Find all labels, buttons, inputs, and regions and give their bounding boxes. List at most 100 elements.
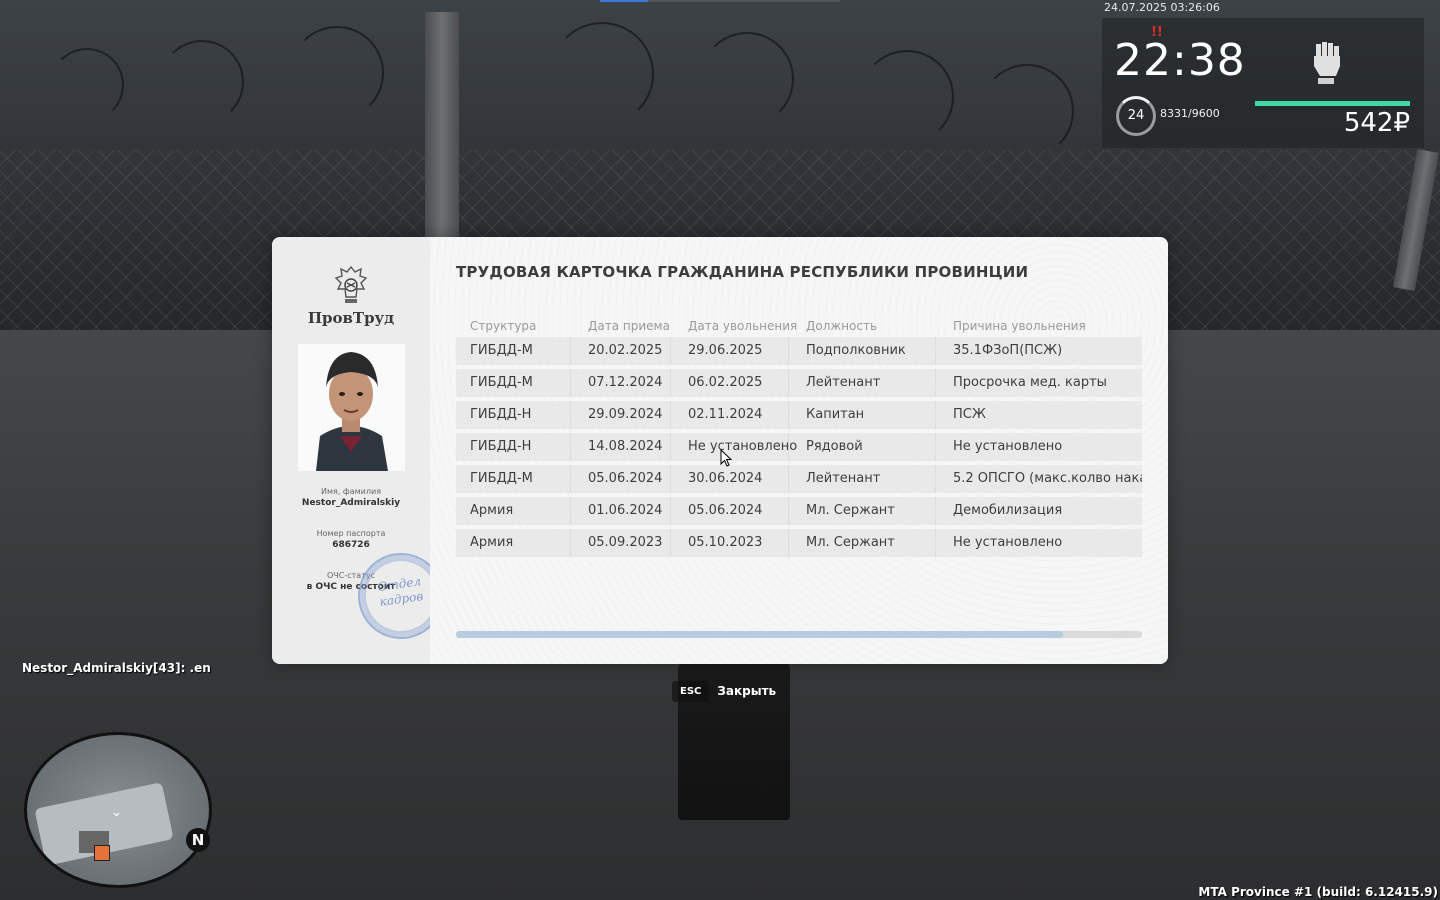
table-row: ГИБДД-М 05.06.2024 30.06.2024 Лейтенант 5.2 … — [456, 465, 1142, 493]
cell-divider — [570, 465, 571, 493]
hud-datetime: 24.07.2025 03:26:06 — [1104, 1, 1220, 14]
cell-divider — [935, 465, 936, 493]
barbed-wire — [550, 22, 654, 126]
hud-clock: 22:38 — [1114, 35, 1246, 86]
cell-divider — [570, 529, 571, 557]
card-main: ТРУДОВАЯ КАРТОЧКА ГРАЖДАНИНА РЕСПУБЛИКИ … — [430, 237, 1168, 664]
barbed-wire — [700, 32, 794, 126]
table-row: ГИБДД-Н 29.09.2024 02.11.2024 Капитан ПСЖ — [456, 401, 1142, 429]
table-cell: 29.09.2024 — [588, 407, 663, 422]
cell-divider — [788, 497, 789, 525]
column-header: Дата увольнения — [688, 319, 798, 333]
chat-message: Nestor_Admiralskiy[43]: .en — [22, 661, 211, 675]
table-cell: Не установлено — [953, 535, 1063, 550]
name-label: Имя, фамилия — [320, 487, 382, 496]
esc-key-badge[interactable]: ESC — [672, 680, 710, 702]
table-row: Армия 05.09.2023 05.10.2023 Мл. Сержант Не у… — [456, 529, 1142, 557]
table-cell: Лейтенант — [806, 471, 881, 486]
player-blip-icon — [94, 845, 110, 861]
table-cell: Не установлено — [953, 439, 1063, 454]
cell-divider — [935, 433, 936, 461]
table-cell: 14.08.2024 — [588, 439, 663, 454]
table-row: ГИБДД-М 07.12.2024 06.02.2025 Лейтенант Прос… — [456, 369, 1142, 397]
top-progress-bar — [600, 0, 840, 2]
coat-of-arms-icon — [334, 265, 368, 303]
passport-value: 686726 — [332, 540, 370, 550]
table-cell: Мл. Сержант — [806, 535, 895, 550]
cell-divider — [935, 369, 936, 397]
close-button[interactable]: Закрыть — [717, 684, 776, 698]
table-cell: Не установлено — [688, 439, 798, 454]
cell-divider — [670, 529, 671, 557]
column-header: Дата приема — [588, 319, 670, 333]
cell-divider — [570, 337, 571, 365]
barbed-wire — [860, 50, 954, 144]
table-cell: 20.02.2025 — [588, 343, 663, 358]
barbed-wire — [980, 64, 1074, 158]
table-cell: Мл. Сержант — [806, 503, 895, 518]
table-cell: 06.02.2025 — [688, 375, 763, 390]
table-header: Структура Дата приема Дата увольнения До… — [470, 319, 1142, 335]
cell-divider — [788, 401, 789, 429]
table-cell: ПСЖ — [953, 407, 986, 422]
cell-divider — [935, 337, 936, 365]
table-cell: 29.06.2025 — [688, 343, 763, 358]
minimap-waypoint-icon: ⌄ — [111, 805, 122, 820]
health-bar — [1255, 101, 1410, 106]
table-cell: ГИБДД-М — [470, 471, 533, 486]
table-cell: 05.06.2024 — [588, 471, 663, 486]
table-row: ГИБДД-М 20.02.2025 29.06.2025 Подполковник 3… — [456, 337, 1142, 365]
table-cell: 05.09.2023 — [588, 535, 663, 550]
cell-divider — [570, 401, 571, 429]
table-cell: ГИБДД-Н — [470, 407, 532, 422]
table-cell: ГИБДД-Н — [470, 439, 532, 454]
cell-divider — [670, 433, 671, 461]
cell-divider — [670, 465, 671, 493]
cell-divider — [788, 369, 789, 397]
cell-divider — [788, 465, 789, 493]
table-cell: Капитан — [806, 407, 865, 422]
table-cell: Армия — [470, 535, 514, 550]
experience-counter: 8331/9600 — [1160, 107, 1220, 120]
table-cell: 35.1ФЗоП(ПСЖ) — [953, 343, 1063, 358]
cell-divider — [670, 497, 671, 525]
table-cell: 5.2 ОПСГО (макс.колво наказа — [953, 471, 1142, 486]
citizen-photo — [298, 344, 405, 471]
mouse-cursor-icon — [720, 449, 732, 467]
table-cell: Лейтенант — [806, 375, 881, 390]
table-cell: 01.06.2024 — [588, 503, 663, 518]
cell-divider — [670, 401, 671, 429]
column-header: Должность — [806, 319, 878, 333]
table-row: Армия 01.06.2024 05.06.2024 Мл. Сержант Демо… — [456, 497, 1142, 525]
scrollbar-thumb[interactable] — [456, 631, 1063, 638]
table-cell: ГИБДД-М — [470, 343, 533, 358]
money-display: 542₽ — [1343, 108, 1410, 138]
name-value: Nestor_Admiralskiy — [301, 498, 401, 508]
barbed-wire — [160, 40, 244, 124]
passport-label: Номер паспорта — [316, 529, 386, 538]
cell-divider — [670, 369, 671, 397]
hud-panel: !! 22:38 24 8331/9600 542₽ — [1102, 18, 1424, 148]
barbed-wire — [290, 26, 384, 120]
table-cell: 30.06.2024 — [688, 471, 763, 486]
table-cell: Армия — [470, 503, 514, 518]
cell-divider — [570, 497, 571, 525]
column-header: Структура — [470, 319, 537, 333]
cell-divider — [935, 497, 936, 525]
card-title: ТРУДОВАЯ КАРТОЧКА ГРАЖДАНИНА РЕСПУБЛИКИ … — [456, 263, 1029, 281]
cell-divider — [788, 337, 789, 365]
table-cell: 05.06.2024 — [688, 503, 763, 518]
horizontal-scrollbar[interactable] — [456, 631, 1142, 638]
table-cell: Просрочка мед. карты — [953, 375, 1107, 390]
cell-divider — [935, 529, 936, 557]
close-hint[interactable]: ESC Закрыть — [672, 680, 776, 702]
fist-icon — [1314, 42, 1340, 84]
level-ring: 24 — [1116, 96, 1156, 136]
cell-divider — [570, 369, 571, 397]
table-cell: Рядовой — [806, 439, 863, 454]
table-cell: Демобилизация — [953, 503, 1063, 518]
barbed-wire — [50, 48, 124, 122]
table-cell: 02.11.2024 — [688, 407, 763, 422]
table-cell: Подполковник — [806, 343, 906, 358]
cell-divider — [670, 337, 671, 365]
